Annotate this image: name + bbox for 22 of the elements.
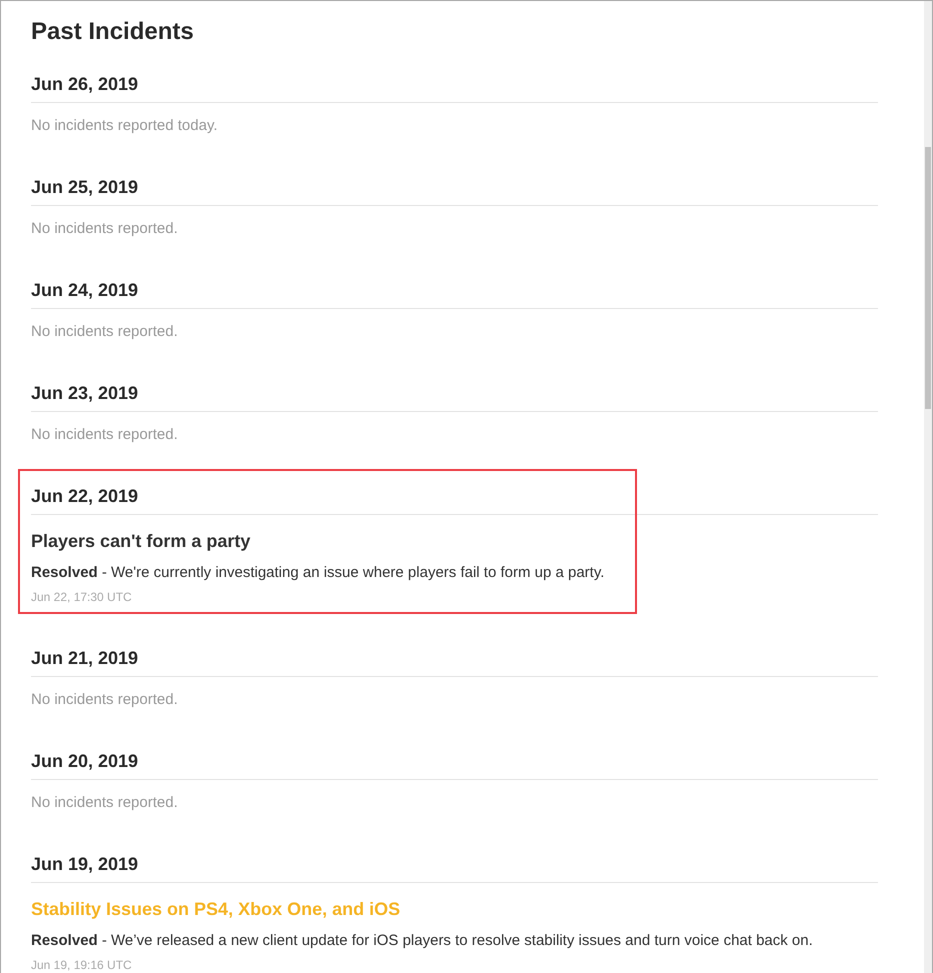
date-heading: Jun 19, 2019 xyxy=(31,852,878,883)
no-incidents-text: No incidents reported. xyxy=(31,425,179,445)
incident-update: Resolved - We’ve released a new client update for iOS players to resolve stability issues and turn voice chat back on. xyxy=(31,931,814,951)
date-heading: Jun 25, 2019 xyxy=(31,175,878,206)
no-incidents-text: No incidents reported. xyxy=(31,322,179,342)
no-incidents-text: No incidents reported. xyxy=(31,219,179,239)
no-incidents-text: No incidents reported. xyxy=(31,690,179,710)
date-heading: Jun 26, 2019 xyxy=(31,72,878,103)
incident-timestamp: Jun 22, 17:30 UTC xyxy=(31,589,133,605)
no-incidents-text: No incidents reported today. xyxy=(31,116,218,136)
date-heading: Jun 24, 2019 xyxy=(31,278,878,309)
date-heading: Jun 23, 2019 xyxy=(31,381,878,412)
scrollbar[interactable] xyxy=(924,1,932,973)
no-incidents-text: No incidents reported. xyxy=(31,793,179,813)
incident-timestamp: Jun 19, 19:16 UTC xyxy=(31,957,133,973)
date-heading: Jun 20, 2019 xyxy=(31,749,878,780)
date-heading: Jun 21, 2019 xyxy=(31,646,878,677)
date-heading: Jun 22, 2019 xyxy=(31,484,878,515)
scrollbar-thumb[interactable] xyxy=(925,147,931,409)
page-title: Past Incidents xyxy=(31,17,195,47)
incident-title[interactable]: Players can't form a party xyxy=(31,529,878,553)
incident-update: Resolved - We're currently investigating an issue where players fail to form up a party. xyxy=(31,563,606,583)
